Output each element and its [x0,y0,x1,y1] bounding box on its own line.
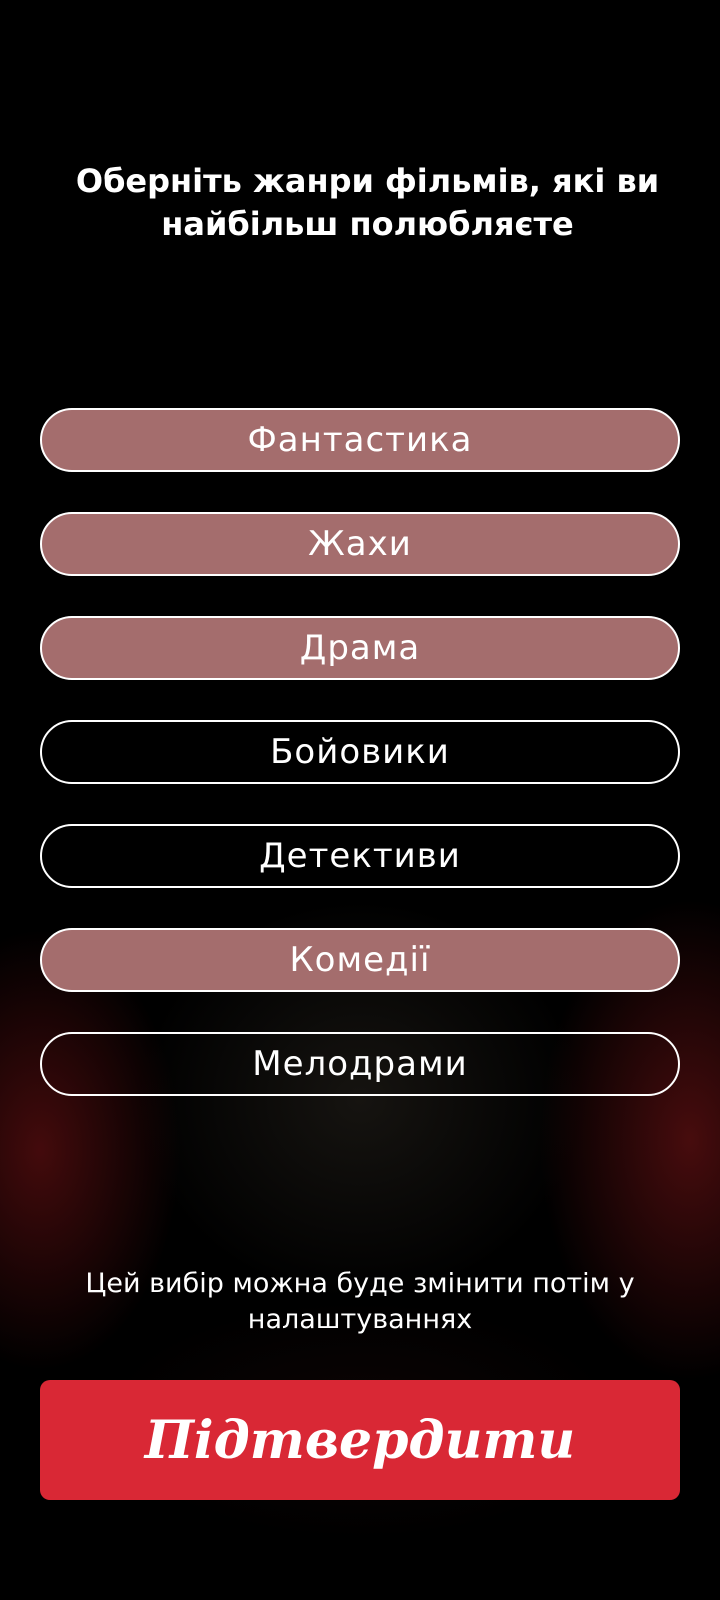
page-title: Оберніть жанри фільмів, які ви найбільш … [75,162,660,243]
genre-label: Бойовики [270,732,450,772]
genre-label: Жахи [308,524,412,564]
genre-label: Мелодрами [252,1044,468,1084]
genre-option-drama[interactable]: Драма [40,616,680,680]
genre-label: Драма [299,628,421,668]
settings-hint: Цей вибір можна буде змінити потім у нал… [85,1268,635,1335]
confirm-button-label: Підтвердити [144,1409,576,1471]
genre-option-zhakhy[interactable]: Жахи [40,512,680,576]
genre-option-fantastyka[interactable]: Фантастика [40,408,680,472]
genre-option-melodramy[interactable]: Мелодрами [40,1032,680,1096]
genre-option-komedii[interactable]: Комедії [40,928,680,992]
genre-label: Фантастика [247,420,473,460]
genre-option-detektyvy[interactable]: Детективи [40,824,680,888]
genre-list: Фантастика Жахи Драма Бойовики Детективи… [40,408,680,1136]
genre-label: Комедії [289,940,431,980]
genre-label: Детективи [259,836,461,876]
genre-option-boiovyky[interactable]: Бойовики [40,720,680,784]
genre-selection-screen: Оберніть жанри фільмів, які ви найбільш … [0,0,720,1600]
confirm-button[interactable]: Підтвердити [40,1380,680,1500]
